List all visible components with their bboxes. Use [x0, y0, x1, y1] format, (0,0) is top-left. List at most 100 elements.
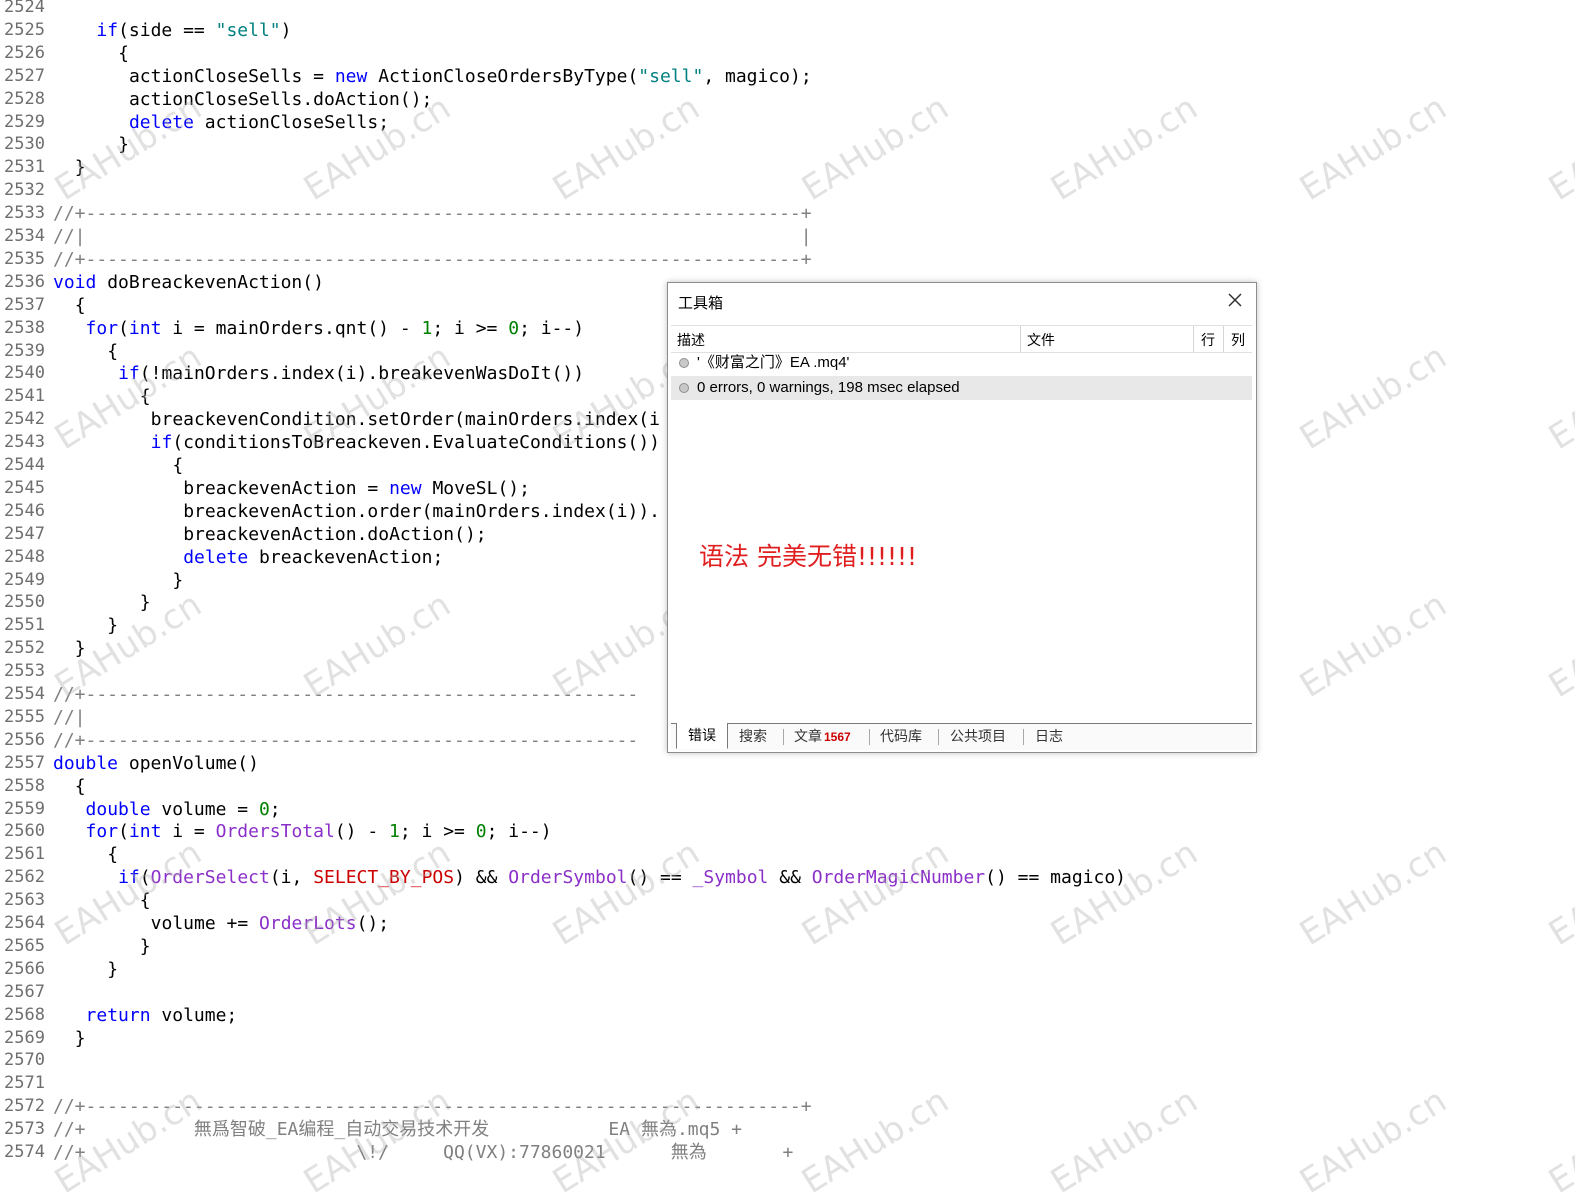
- line-number: 2569: [4, 1027, 45, 1048]
- code-token: }: [139, 592, 151, 614]
- code-token: _Symbol: [692, 867, 769, 889]
- close-icon[interactable]: [1224, 289, 1246, 311]
- code-token: 0: [258, 798, 270, 820]
- code-token: int: [128, 821, 162, 843]
- code-text: //+ \!/ QQ(VX):77860021 無為 +: [53, 1141, 793, 1164]
- code-token: OrderLots: [259, 913, 357, 934]
- code-token: volume +=: [150, 913, 260, 934]
- code-token: OrderMagicNumber: [811, 867, 986, 889]
- code-text: if(!mainOrders.index(i).breakevenWasDoIt…: [118, 362, 584, 385]
- code-token: () ==: [627, 867, 693, 889]
- code-token: //+-------------------------------------…: [53, 1096, 812, 1118]
- column-separator[interactable]: [1020, 326, 1021, 352]
- line-number: 2549: [4, 569, 45, 590]
- tab-label: 文章: [794, 728, 822, 744]
- line-number: 2553: [4, 661, 45, 682]
- line-number: 2542: [4, 409, 45, 430]
- code-token: SELECT_BY_POS: [313, 867, 455, 889]
- code-text: //+-------------------------------------…: [53, 683, 638, 706]
- code-token: (: [139, 867, 151, 889]
- code-text: breackevenAction.order(mainOrders.index(…: [183, 500, 660, 523]
- tab-label: 公共项目: [950, 728, 1006, 744]
- line-number: 2551: [4, 615, 45, 636]
- code-token: {: [107, 844, 119, 866]
- code-token: //|: [53, 706, 86, 728]
- code-text: //+-------------------------------------…: [53, 1095, 812, 1118]
- line-number: 2554: [4, 684, 45, 704]
- toolbox-panel: 工具箱 描述 文件 行 列 '《财富之门》EA .mq4' 0 errors, …: [667, 282, 1257, 753]
- code-token: i = mainOrders.qnt() -: [161, 317, 422, 339]
- code-token: "sell": [638, 65, 704, 87]
- column-line[interactable]: 行: [1201, 330, 1215, 350]
- column-file[interactable]: 文件: [1027, 330, 1055, 350]
- code-token: {: [139, 890, 151, 912]
- tab-codebase[interactable]: 代码库: [880, 724, 922, 749]
- message-row[interactable]: '《财富之门》EA .mq4': [671, 351, 1252, 375]
- code-token: new: [389, 477, 422, 499]
- code-text: }: [118, 133, 129, 156]
- line-number: 2548: [4, 546, 45, 567]
- tab-search[interactable]: 搜索: [739, 724, 767, 749]
- code-text: return volume;: [86, 1004, 238, 1027]
- code-text: }: [75, 156, 86, 179]
- line-number: 2530: [4, 134, 45, 155]
- code-token: actionCloseSells;: [193, 111, 390, 133]
- message-row[interactable]: 0 errors, 0 warnings, 198 msec elapsed: [671, 376, 1252, 400]
- message-list-header: 描述 文件 行 列: [671, 325, 1252, 353]
- line-number: 2540: [4, 363, 45, 384]
- column-description[interactable]: 描述: [677, 330, 705, 350]
- line-number: 2526: [4, 42, 45, 63]
- line-number: 2543: [4, 432, 45, 453]
- code-text: void doBreackevenAction(): [53, 271, 324, 294]
- code-text: }: [172, 569, 183, 592]
- line-number: 2570: [4, 1050, 45, 1071]
- code-token: openVolume(): [118, 752, 259, 774]
- code-token: //+ 無爲智破_EA编程_自动交易技术开发 EA 無為.mq5 +: [53, 1119, 742, 1141]
- annotation-note: 语法 完美无错!!!!!!: [699, 542, 918, 571]
- code-token: double: [53, 752, 119, 774]
- code-token: () -: [334, 821, 390, 843]
- code-text: {: [75, 775, 86, 798]
- code-text: breackevenAction = new MoveSL();: [183, 477, 530, 500]
- code-text: }: [140, 935, 151, 958]
- line-number: 2531: [4, 157, 45, 178]
- tab-separator: [938, 729, 939, 745]
- code-text: }: [75, 1027, 86, 1050]
- code-token: i =: [161, 821, 216, 843]
- column-separator[interactable]: [1193, 326, 1194, 352]
- line-number: 2562: [4, 867, 45, 888]
- line-number: 2534: [4, 226, 45, 246]
- tab-articles[interactable]: 文章 1567: [794, 724, 851, 749]
- code-token: for: [85, 821, 119, 843]
- line-number: 2541: [4, 386, 45, 407]
- tab-separator: [869, 729, 870, 745]
- code-token: //+ \!/ QQ(VX):77860021 無為 +: [53, 1142, 794, 1163]
- code-token: (!mainOrders.index(i).breakevenWasDoIt()…: [139, 363, 585, 385]
- code-token: breackevenAction;: [248, 546, 444, 568]
- line-number: 2567: [4, 981, 45, 1002]
- code-text: {: [107, 843, 118, 866]
- line-number: 2533: [4, 203, 45, 224]
- column-column[interactable]: 列: [1231, 330, 1245, 350]
- code-token: 0: [508, 317, 520, 339]
- line-number: 2546: [4, 500, 45, 521]
- code-text: //+ 無爲智破_EA编程_自动交易技术开发 EA 無為.mq5 +: [53, 1118, 742, 1141]
- column-separator[interactable]: [1223, 326, 1224, 352]
- tab-public-projects[interactable]: 公共项目: [950, 724, 1006, 749]
- info-icon: [679, 358, 689, 368]
- line-number: 2560: [4, 821, 45, 842]
- code-token: ; i >=: [399, 821, 476, 843]
- code-token: delete: [128, 111, 194, 133]
- code-token: double: [85, 798, 151, 820]
- code-token: (i,: [269, 867, 314, 889]
- code-token: {: [172, 455, 184, 476]
- line-number: 2527: [4, 65, 45, 86]
- code-token: }: [139, 935, 151, 957]
- code-token: //| |: [53, 226, 812, 247]
- code-token: for: [85, 317, 119, 339]
- code-token: void: [53, 271, 97, 293]
- code-token: actionCloseSells =: [128, 65, 335, 87]
- toolbox-tabs: 错误 搜索 文章 1567 代码库 公共项目 日志: [671, 723, 1252, 750]
- tab-journal[interactable]: 日志: [1035, 724, 1063, 749]
- tab-errors[interactable]: 错误: [676, 723, 728, 749]
